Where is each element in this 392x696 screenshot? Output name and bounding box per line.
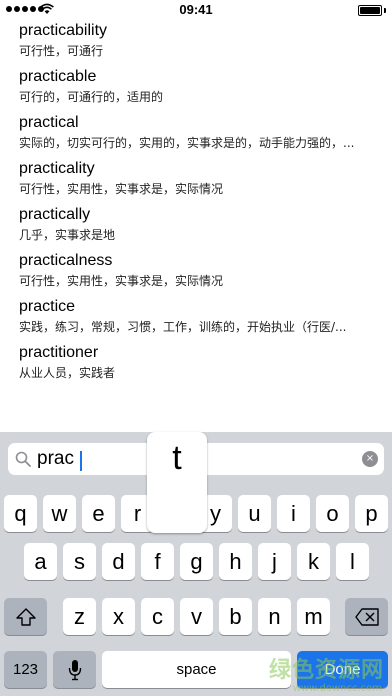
- text-caret: [80, 451, 82, 471]
- word-definition: 从业人员，实践者: [19, 366, 116, 380]
- key-l[interactable]: l: [336, 543, 369, 580]
- key-z[interactable]: z: [63, 598, 96, 635]
- status-time: 09:41: [179, 2, 213, 17]
- word-definition: 几乎，实事求是地: [19, 228, 116, 242]
- word-title: practicality: [19, 160, 95, 177]
- word-definition: 实际的，切实可行的，实用的，实事求是的，动手能力强的，...: [19, 136, 355, 150]
- space-key[interactable]: space: [102, 651, 291, 688]
- key-c[interactable]: c: [141, 598, 174, 635]
- word-definition: 可行的，可通行的，适用的: [19, 90, 164, 104]
- key-popup-label: t: [172, 439, 182, 477]
- key-h[interactable]: h: [219, 543, 252, 580]
- word-title: practically: [19, 206, 91, 223]
- search-input[interactable]: prac: [37, 446, 74, 472]
- key-i[interactable]: i: [277, 495, 310, 532]
- key-v[interactable]: v: [180, 598, 213, 635]
- list-item[interactable]: practicality 可行性，实用性，实事求是，实际情况: [19, 158, 379, 204]
- list-item[interactable]: practice 实践，练习，常规，习惯，工作，训练的，开始执业（行医/...: [19, 296, 379, 342]
- key-q[interactable]: q: [4, 495, 37, 532]
- word-definition: 实践，练习，常规，习惯，工作，训练的，开始执业（行医/...: [19, 320, 347, 334]
- key-w[interactable]: w: [43, 495, 76, 532]
- clear-search-button[interactable]: ×: [362, 451, 378, 467]
- search-icon: [15, 451, 31, 467]
- word-list: practicability 可行性，可通行 practicable 可行的，可…: [19, 20, 379, 388]
- watermark-logo: 绿色资源网: [268, 658, 384, 683]
- key-p[interactable]: p: [355, 495, 388, 532]
- backspace-icon: [354, 607, 379, 626]
- key-k[interactable]: k: [297, 543, 330, 580]
- key-popup: t: [147, 432, 207, 533]
- key-s[interactable]: s: [63, 543, 96, 580]
- delete-key[interactable]: [345, 598, 388, 635]
- word-title: practicable: [19, 68, 97, 85]
- key-m[interactable]: m: [297, 598, 330, 635]
- list-item[interactable]: practically 几乎，实事求是地: [19, 204, 379, 250]
- key-b[interactable]: b: [219, 598, 252, 635]
- word-title: practice: [19, 298, 76, 315]
- list-item[interactable]: practicability 可行性，可通行: [19, 20, 379, 66]
- key-j[interactable]: j: [258, 543, 291, 580]
- microphone-icon: [68, 659, 81, 680]
- dictation-key[interactable]: [53, 651, 96, 688]
- numbers-key[interactable]: 123: [4, 651, 47, 688]
- shift-arrow-icon: [15, 607, 36, 626]
- key-a[interactable]: a: [24, 543, 57, 580]
- word-definition: 可行性，实用性，实事求是，实际情况: [19, 182, 224, 196]
- list-item[interactable]: practitioner 从业人员，实践者: [19, 342, 379, 388]
- key-n[interactable]: n: [258, 598, 291, 635]
- key-f[interactable]: f: [141, 543, 174, 580]
- battery-icon: [358, 5, 382, 16]
- word-title: practitioner: [19, 344, 99, 361]
- word-title: practicability: [19, 22, 108, 39]
- list-item[interactable]: practicalness 可行性，实用性，实事求是，实际情况: [19, 250, 379, 296]
- word-title: practical: [19, 114, 79, 131]
- word-definition: 可行性，实用性，实事求是，实际情况: [19, 274, 224, 288]
- key-u[interactable]: u: [238, 495, 271, 532]
- list-item[interactable]: practicable 可行的，可通行的，适用的: [19, 66, 379, 112]
- key-g[interactable]: g: [180, 543, 213, 580]
- list-item[interactable]: practical 实际的，切实可行的，实用的，实事求是的，动手能力强的，...: [19, 112, 379, 158]
- key-e[interactable]: e: [82, 495, 115, 532]
- key-d[interactable]: d: [102, 543, 135, 580]
- battery-cap: [384, 8, 386, 13]
- word-definition: 可行性，可通行: [19, 44, 104, 58]
- word-title: practicalness: [19, 252, 113, 269]
- status-bar: 09:41: [0, 0, 392, 20]
- key-o[interactable]: o: [316, 495, 349, 532]
- shift-key[interactable]: [4, 598, 47, 635]
- key-x[interactable]: x: [102, 598, 135, 635]
- watermark-url: www.downcc.com: [292, 683, 382, 694]
